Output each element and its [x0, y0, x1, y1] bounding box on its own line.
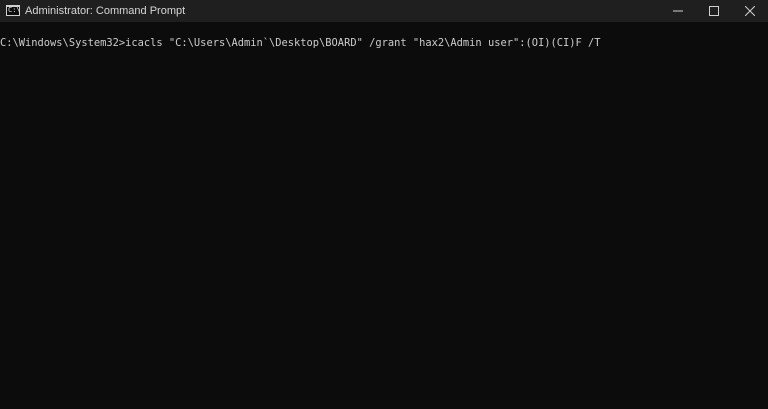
minimize-icon — [673, 10, 683, 12]
window-controls — [660, 0, 768, 22]
command-prompt-window: C:\ Administrator: Command Prompt C:\Win… — [0, 0, 768, 409]
window-title: Administrator: Command Prompt — [25, 5, 186, 17]
console-line: C:\Windows\System32>icacls "C:\Users\Adm… — [0, 37, 601, 49]
console-output-area[interactable]: C:\Windows\System32>icacls "C:\Users\Adm… — [0, 22, 768, 409]
maximize-icon — [709, 6, 719, 16]
minimize-button[interactable] — [660, 0, 696, 22]
command-prompt-icon: C:\ — [6, 5, 21, 16]
maximize-button[interactable] — [696, 0, 732, 22]
close-icon — [745, 6, 755, 16]
close-button[interactable] — [732, 0, 768, 22]
title-bar[interactable]: C:\ Administrator: Command Prompt — [0, 0, 768, 22]
app-icon-glyph: C:\ — [8, 6, 21, 14]
